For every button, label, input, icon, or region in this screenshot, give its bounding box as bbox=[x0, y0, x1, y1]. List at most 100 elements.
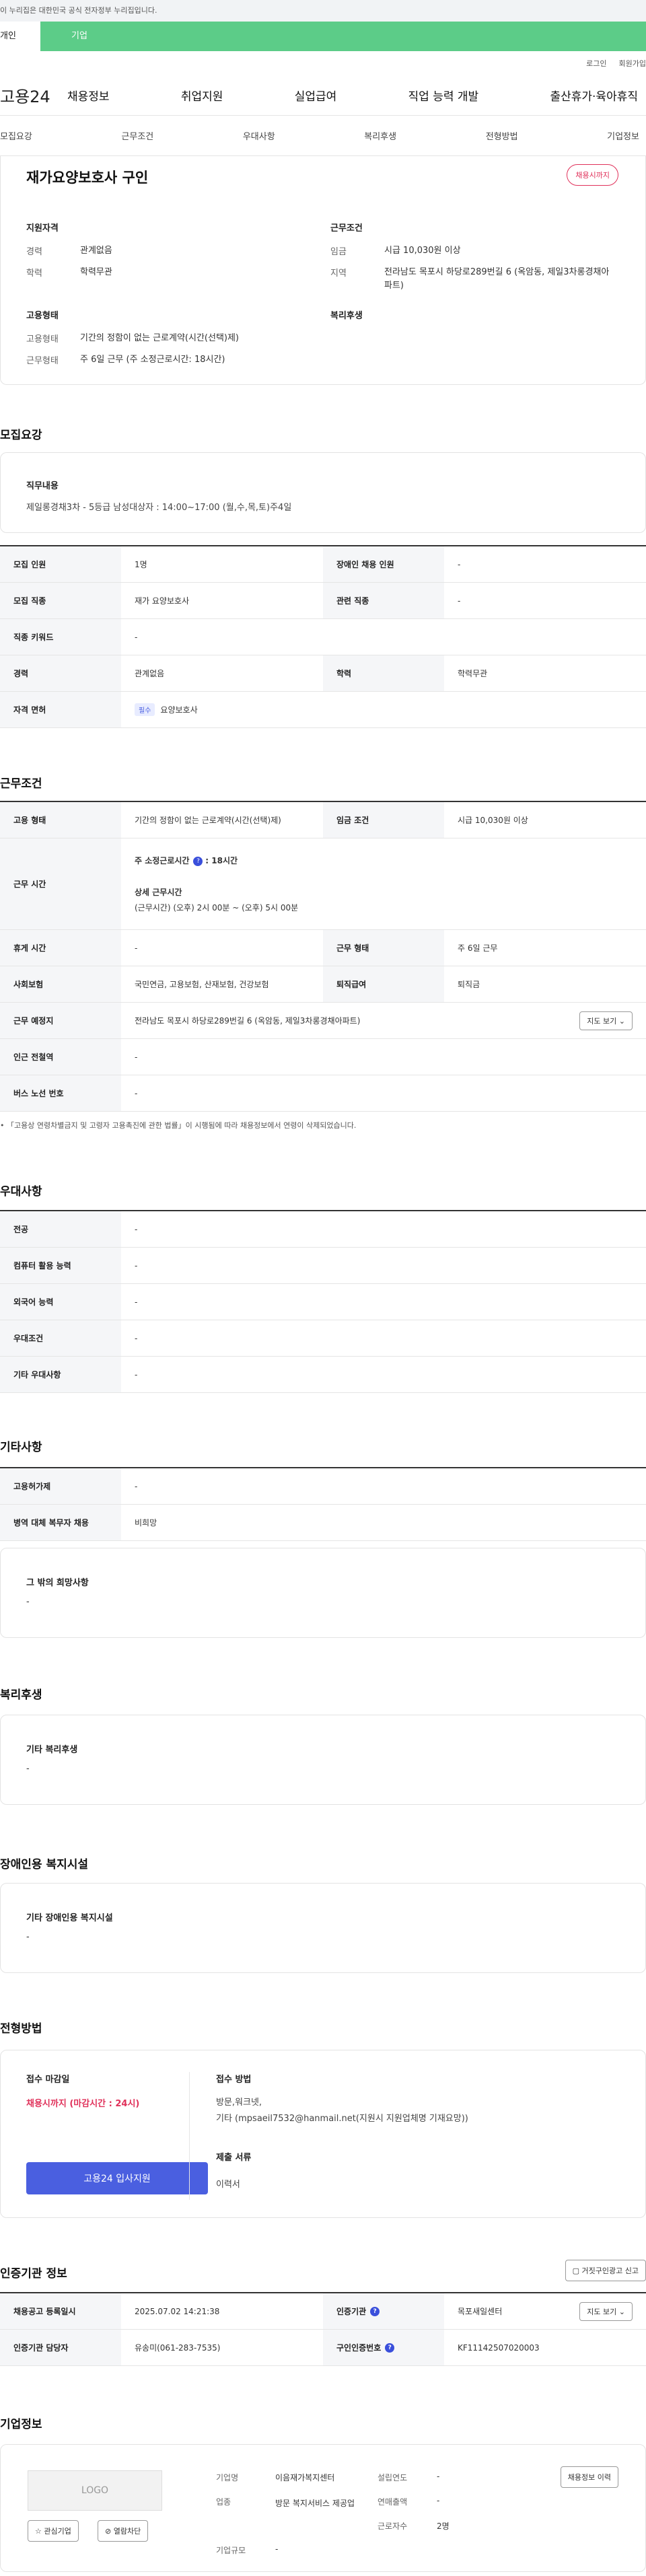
cert-table: 채용공고 등록일시 2025.07.02 14:21:38 인증기관? 목포새일센… bbox=[0, 2292, 646, 2366]
wish-value: - bbox=[26, 1597, 30, 1607]
section-title-welfare: 복리후생 bbox=[0, 1688, 42, 1702]
lnb-welfare[interactable]: 복리후생 bbox=[364, 129, 396, 142]
lnb-company[interactable]: 기업정보 bbox=[607, 129, 639, 142]
sales-value: - bbox=[437, 2496, 440, 2505]
method-value-1: 방문,워크넷, bbox=[216, 2098, 262, 2108]
help-icon[interactable]: ? bbox=[385, 2342, 395, 2353]
table-row: 근무 예정지 전라남도 목포시 하당로289번길 6 (옥암동, 제일3차롱경채… bbox=[0, 1003, 646, 1039]
gnb-unemployment-benefit[interactable]: 실업급여 bbox=[295, 87, 337, 104]
size-value: - bbox=[275, 2544, 279, 2554]
area-value: 전라남도 목포시 하당로289번길 6 (옥암동, 제일3차롱경채아파트) bbox=[384, 267, 610, 291]
row-label: 구인인증번호? bbox=[323, 2330, 444, 2365]
apply-button[interactable]: 고용24 입사지원 bbox=[26, 2162, 208, 2194]
row-label: 휴게 시간 bbox=[0, 930, 121, 966]
table-row: 모집 인원 1명 장애인 채용 인원 - bbox=[0, 546, 646, 583]
employment-type-title: 고용형태 bbox=[26, 311, 59, 321]
org-map-button[interactable]: 지도 보기 ⌄ bbox=[579, 2301, 633, 2321]
global-nav: 고용24 채용정보 취업지원 실업급여 직업 능력 개발 출산휴가·육아휴직 bbox=[0, 75, 646, 116]
row-value: KF11142507020003 bbox=[458, 2342, 540, 2353]
map-button[interactable]: 지도 보기 ⌄ bbox=[579, 1011, 633, 1030]
gnb-jobs[interactable]: 채용정보 bbox=[67, 87, 110, 104]
company-logo: LOGO bbox=[28, 2470, 162, 2511]
lnb-recruit[interactable]: 모집요강 bbox=[0, 129, 32, 142]
row-label: 퇴직급여 bbox=[323, 966, 444, 1002]
employees-value: 2명 bbox=[437, 2521, 450, 2531]
table-row: 병역 대체 복무자 채용 비희망 bbox=[0, 1505, 646, 1541]
row-label: 관련 직종 bbox=[323, 583, 444, 618]
false-ad-report-button[interactable]: ▢ 거짓구인광고 신고 bbox=[565, 2260, 646, 2281]
tab-company[interactable]: 기업 bbox=[40, 22, 646, 51]
docs-value: 이력서 bbox=[216, 2180, 240, 2190]
row-label: 인증기관? bbox=[323, 2293, 444, 2329]
welfare-title: 복리후생 bbox=[330, 311, 363, 321]
hiring-history-button[interactable]: 채용정보 이력 bbox=[560, 2466, 618, 2488]
industry-label: 업종 bbox=[216, 2497, 231, 2507]
gnb-parental-leave[interactable]: 출산휴가·육아휴직 bbox=[550, 87, 638, 104]
row-value: - bbox=[135, 632, 138, 642]
row-value: 관계없음 bbox=[135, 669, 165, 678]
row-label: 우대조건 bbox=[0, 1320, 121, 1356]
divider bbox=[189, 2072, 190, 2200]
table-row: 휴게 시간 - 근무 형태 주 6일 근무 bbox=[0, 930, 646, 966]
hours-value: 주 6일 근무 (주 소정근로시간: 18시간) bbox=[80, 355, 225, 365]
table-row: 근무 시간 주 소정근로시간? : 18시간 상세 근무시간 (근무시간) (오… bbox=[0, 838, 646, 930]
block-view-button[interactable]: ⊘ 열람차단 bbox=[98, 2520, 149, 2542]
row-value: - bbox=[135, 1481, 138, 1491]
gnb-job-training[interactable]: 직업 능력 개발 bbox=[408, 87, 479, 104]
table-row: 우대조건 - bbox=[0, 1320, 646, 1357]
row-label: 외국어 능력 bbox=[0, 1284, 121, 1320]
job-summary-card: 재가요양보호사 구인 채용시까지 지원자격 경력 관계없음 학력 학력무관 고용형태… bbox=[0, 156, 646, 385]
map-button-label: 지도 보기 bbox=[587, 1016, 617, 1026]
hours-label: 근무형태 bbox=[26, 356, 59, 367]
form-label: 고용형태 bbox=[26, 334, 59, 345]
login-link[interactable]: 로그인 bbox=[586, 58, 606, 69]
name-label: 기업명 bbox=[216, 2473, 239, 2482]
status-badge: 채용시까지 bbox=[567, 164, 618, 186]
row-value: 퇴직금 bbox=[458, 980, 480, 989]
size-label: 기업규모 bbox=[216, 2546, 246, 2555]
row-value: - bbox=[135, 1260, 138, 1271]
lnb-preference[interactable]: 우대사항 bbox=[243, 129, 275, 142]
process-card: 접수 마감일 채용시까지 (마감시간 : 24시) 고용24 입사지원 접수 방… bbox=[0, 2050, 646, 2218]
section-title-preference: 우대사항 bbox=[0, 1185, 42, 1198]
deadline-value: 채용시까지 (마감시간 : 24시) bbox=[26, 2099, 140, 2109]
row-label: 인증기관 담당자 bbox=[0, 2330, 121, 2365]
row-label: 기타 우대사항 bbox=[0, 1357, 121, 1392]
lnb-conditions[interactable]: 근무조건 bbox=[121, 129, 153, 142]
favorite-company-button[interactable]: ☆ 관심기업 bbox=[28, 2520, 79, 2542]
conditions-table: 고용 형태 기간의 정함이 없는 근로계약(시간(선택)제) 임금 조건 시급 10… bbox=[0, 801, 646, 1112]
section-title-process: 전형방법 bbox=[0, 2022, 42, 2036]
row-value: 2025.07.02 14:21:38 bbox=[135, 2306, 220, 2316]
est-value: - bbox=[437, 2472, 440, 2481]
signup-link[interactable]: 회원가입 bbox=[619, 58, 646, 69]
utility-nav: 로그인 회원가입 bbox=[0, 51, 646, 75]
block-label: 열람차단 bbox=[113, 2527, 141, 2536]
section-nav: 모집요강 근무조건 우대사항 복리후생 전형방법 기업정보 bbox=[0, 116, 646, 156]
tab-individual[interactable]: 개인 bbox=[0, 22, 40, 51]
row-label: 전공 bbox=[0, 1211, 121, 1247]
required-badge: 필수 bbox=[135, 703, 155, 716]
row-value: 비희망 bbox=[135, 1518, 157, 1528]
star-icon: ☆ bbox=[35, 2527, 42, 2536]
detail-hours-value: (근무시간) (오후) 2시 00분 ~ (오후) 5시 00분 bbox=[135, 903, 299, 913]
site-logo[interactable]: 고용24 bbox=[0, 83, 67, 107]
favorite-label: 관심기업 bbox=[44, 2527, 71, 2536]
section-title-disabled: 장애인용 복지시설 bbox=[0, 1858, 89, 1871]
row-label: 자격 면허 bbox=[0, 692, 121, 727]
exp-value: 관계없음 bbox=[80, 246, 112, 256]
row-label: 컴퓨터 활용 능력 bbox=[0, 1248, 121, 1283]
row-value: - bbox=[135, 1369, 138, 1380]
gov-banner: 이 누리집은 대한민국 공식 전자정부 누리집입니다. bbox=[0, 0, 646, 22]
gnb-employment-support[interactable]: 취업지원 bbox=[181, 87, 223, 104]
row-label: 경력 bbox=[0, 655, 121, 691]
other-table: 고용허가제 - 병역 대체 복무자 채용 비희망 bbox=[0, 1467, 646, 1541]
wage-value: 시급 10,030원 이상 bbox=[384, 246, 461, 256]
num-label: 구인인증번호 bbox=[336, 2343, 382, 2353]
lnb-process[interactable]: 전형방법 bbox=[486, 129, 518, 142]
help-icon[interactable]: ? bbox=[370, 2306, 380, 2316]
row-label: 사회보험 bbox=[0, 966, 121, 1002]
row-value: - bbox=[135, 1224, 138, 1234]
row-value: 주 6일 근무 bbox=[458, 943, 498, 953]
help-icon[interactable]: ? bbox=[193, 856, 203, 866]
section-title-cert: 인증기관 정보 bbox=[0, 2267, 67, 2281]
